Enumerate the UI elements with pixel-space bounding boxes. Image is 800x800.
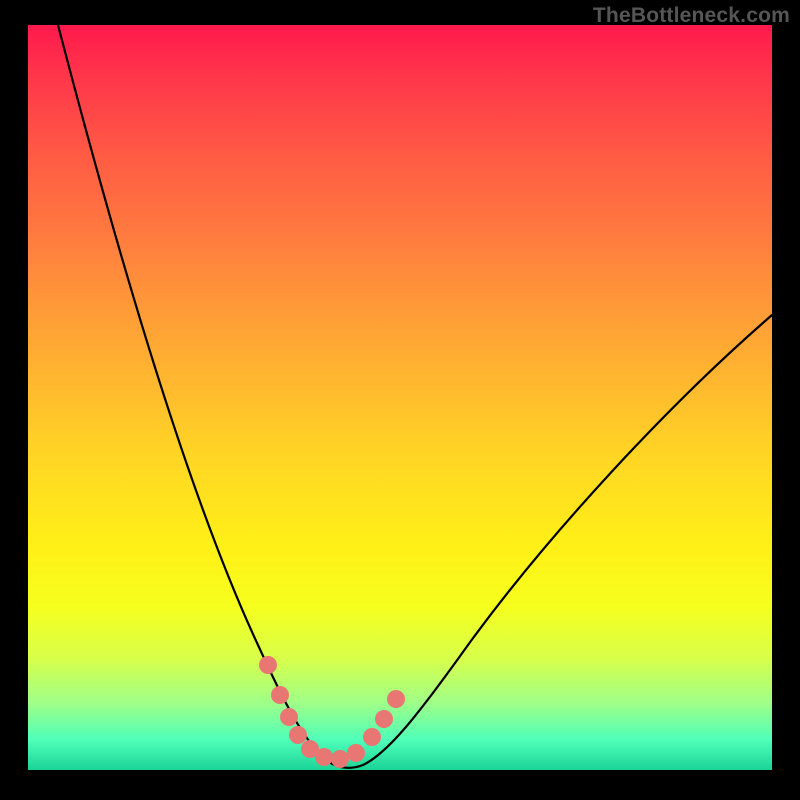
bottleneck-curve-svg	[28, 25, 772, 770]
watermark-text: TheBottleneck.com	[593, 4, 790, 28]
marker-point	[347, 744, 365, 762]
bottleneck-curve-line	[58, 25, 772, 768]
marker-point	[363, 728, 381, 746]
marker-point	[387, 690, 405, 708]
marker-point	[289, 726, 307, 744]
marker-point	[259, 656, 277, 674]
marker-point	[271, 686, 289, 704]
marker-point	[331, 750, 349, 768]
chart-plot-area	[28, 25, 772, 770]
marker-point	[280, 708, 298, 726]
marker-point	[315, 748, 333, 766]
marker-point	[375, 710, 393, 728]
